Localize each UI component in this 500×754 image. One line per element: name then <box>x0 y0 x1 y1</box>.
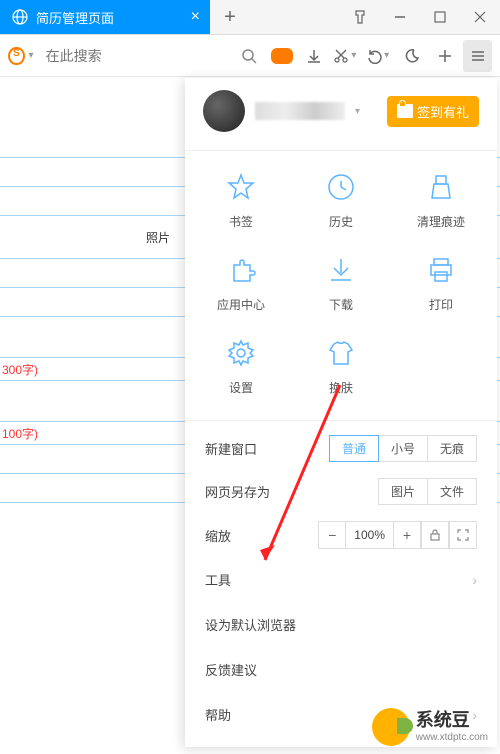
zoom-row: 缩放 − 100% + <box>185 513 497 557</box>
default-browser-label: 设为默认浏览器 <box>205 615 296 634</box>
active-tab[interactable]: 简历管理页面 × <box>0 0 210 34</box>
feedback-label: 反馈建议 <box>205 660 257 679</box>
tshirt-icon <box>325 337 357 369</box>
chevron-right-icon: › <box>472 572 477 588</box>
menu-print[interactable]: 打印 <box>391 254 491 313</box>
window-normal-button[interactable]: 普通 <box>329 435 379 462</box>
star-icon <box>225 171 257 203</box>
close-window-button[interactable] <box>460 0 500 35</box>
minimize-button[interactable] <box>380 0 420 35</box>
chevron-down-icon: ▾ <box>384 50 389 61</box>
zoom-out-button[interactable]: − <box>318 521 346 549</box>
save-as-row: 网页另存为 图片 文件 <box>185 470 497 513</box>
skin-label: 换肤 <box>329 379 353 396</box>
zoom-label: 缩放 <box>205 526 285 545</box>
settings-label: 设置 <box>229 379 253 396</box>
main-menu-panel: ▾ 签到有礼 书签 历史 清理痕迹 应用中心 下载 打印 <box>185 78 497 747</box>
search-icon[interactable] <box>235 40 264 72</box>
printer-icon <box>425 254 457 286</box>
clock-icon <box>325 171 357 203</box>
appcenter-label: 应用中心 <box>217 296 265 313</box>
gear-icon <box>225 337 257 369</box>
puzzle-icon <box>225 254 257 286</box>
brand-icon[interactable] <box>8 47 25 65</box>
avatar <box>203 90 245 132</box>
clear-label: 清理痕迹 <box>417 213 465 230</box>
menu-button[interactable] <box>463 40 492 72</box>
zoom-value: 100% <box>346 521 393 549</box>
menu-bookmarks[interactable]: 书签 <box>191 171 291 230</box>
new-window-row: 新建窗口 普通 小号 无痕 <box>185 427 497 470</box>
chevron-down-icon: ▾ <box>355 106 360 117</box>
maximize-button[interactable] <box>420 0 460 35</box>
tab-close-button[interactable]: × <box>191 8 200 26</box>
undo-icon[interactable]: ▾ <box>365 40 394 72</box>
history-label: 历史 <box>329 213 353 230</box>
download-icon <box>325 254 357 286</box>
menu-download[interactable]: 下载 <box>291 254 391 313</box>
brush-icon <box>425 171 457 203</box>
window-small-button[interactable]: 小号 <box>379 435 428 462</box>
help-label: 帮助 <box>205 705 231 724</box>
menu-grid: 书签 历史 清理痕迹 应用中心 下载 打印 设置 换肤 <box>185 157 497 402</box>
dropdown-arrow-icon[interactable]: ▾ <box>29 50 34 61</box>
print-label: 打印 <box>429 296 453 313</box>
scissors-icon[interactable]: ▾ <box>333 40 362 72</box>
lock-icon[interactable] <box>421 521 449 549</box>
globe-icon <box>12 9 28 25</box>
gamepad-icon[interactable] <box>267 40 296 72</box>
tools-label: 工具 <box>205 570 231 589</box>
add-icon[interactable] <box>431 40 460 72</box>
save-as-label: 网页另存为 <box>205 482 285 501</box>
menu-clear[interactable]: 清理痕迹 <box>391 171 491 230</box>
watermark: 系统豆 www.xtdptc.com <box>372 708 488 746</box>
download-icon[interactable] <box>300 40 329 72</box>
photo-label: 照片 <box>146 227 170 248</box>
menu-history[interactable]: 历史 <box>291 171 391 230</box>
default-browser-item[interactable]: 设为默认浏览器 <box>185 602 497 647</box>
new-window-label: 新建窗口 <box>205 439 285 458</box>
tools-item[interactable]: 工具 › <box>185 557 497 602</box>
night-mode-icon[interactable] <box>398 40 427 72</box>
menu-appcenter[interactable]: 应用中心 <box>191 254 291 313</box>
search-input[interactable] <box>42 48 231 64</box>
watermark-url: www.xtdptc.com <box>416 732 488 744</box>
watermark-name: 系统豆 <box>416 710 488 732</box>
tab-bar: 简历管理页面 × + <box>0 0 500 35</box>
save-file-button[interactable]: 文件 <box>428 478 477 505</box>
new-tab-button[interactable]: + <box>210 0 250 34</box>
note-100: 100字) <box>2 425 38 442</box>
menu-settings[interactable]: 设置 <box>191 337 291 396</box>
feedback-item[interactable]: 反馈建议 <box>185 647 497 692</box>
gift-icon <box>397 104 413 118</box>
chevron-down-icon: ▾ <box>351 50 356 61</box>
tab-title: 简历管理页面 <box>36 8 114 27</box>
toolbar: ▾ ▾ ▾ <box>0 35 500 77</box>
username <box>255 102 345 120</box>
user-row[interactable]: ▾ 签到有礼 <box>185 78 497 144</box>
bookmarks-label: 书签 <box>229 213 253 230</box>
download-label: 下载 <box>329 296 353 313</box>
note-300: 300字) <box>2 361 38 378</box>
menu-skin[interactable]: 换肤 <box>291 337 391 396</box>
fullscreen-icon[interactable] <box>449 521 477 549</box>
zoom-in-button[interactable]: + <box>393 521 421 549</box>
save-image-button[interactable]: 图片 <box>378 478 428 505</box>
watermark-logo <box>372 708 410 746</box>
extensions-icon[interactable] <box>340 0 380 35</box>
checkin-button[interactable]: 签到有礼 <box>387 96 479 127</box>
checkin-label: 签到有礼 <box>417 102 469 121</box>
window-controls <box>340 0 500 34</box>
window-incognito-button[interactable]: 无痕 <box>428 435 477 462</box>
